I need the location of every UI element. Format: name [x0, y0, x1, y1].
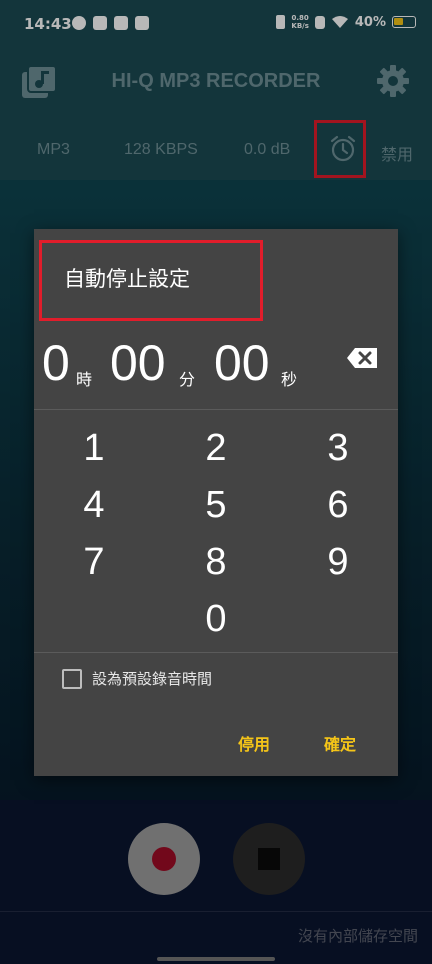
key-1[interactable]: 1: [64, 423, 124, 473]
key-6[interactable]: 6: [308, 480, 368, 530]
number-keypad: 1 2 3 4 5 6 7 8 9 0: [34, 423, 398, 653]
disable-button[interactable]: 停用: [238, 731, 270, 755]
confirm-button[interactable]: 確定: [324, 731, 356, 755]
auto-stop-dialog: 自動停止設定 0 時 00 分 00 秒 1 2 3 4 5 6 7 8 9 0…: [34, 229, 398, 776]
minutes-value[interactable]: 00: [110, 333, 166, 393]
key-4[interactable]: 4: [64, 480, 124, 530]
key-3[interactable]: 3: [308, 423, 368, 473]
time-display: 0 時 00 分 00 秒: [42, 333, 392, 403]
hours-value[interactable]: 0: [42, 333, 70, 393]
gesture-nav-handle[interactable]: [157, 957, 275, 961]
dialog-title: 自動停止設定: [64, 268, 190, 291]
minutes-unit: 分: [179, 372, 196, 389]
seconds-value[interactable]: 00: [214, 333, 270, 393]
default-time-checkbox-label[interactable]: 設為預設錄音時間: [92, 668, 212, 689]
default-time-checkbox[interactable]: [62, 668, 82, 689]
key-8[interactable]: 8: [186, 537, 246, 587]
key-7[interactable]: 7: [64, 537, 124, 587]
key-5[interactable]: 5: [186, 480, 246, 530]
backspace-icon[interactable]: [346, 347, 378, 369]
key-9[interactable]: 9: [308, 537, 368, 587]
hours-unit: 時: [76, 372, 93, 389]
key-2[interactable]: 2: [186, 423, 246, 473]
divider-bottom: [34, 652, 398, 653]
default-time-checkbox-row[interactable]: 設為預設錄音時間: [62, 668, 212, 689]
divider-top: [34, 409, 398, 410]
seconds-unit: 秒: [281, 372, 298, 389]
key-0[interactable]: 0: [186, 594, 246, 644]
